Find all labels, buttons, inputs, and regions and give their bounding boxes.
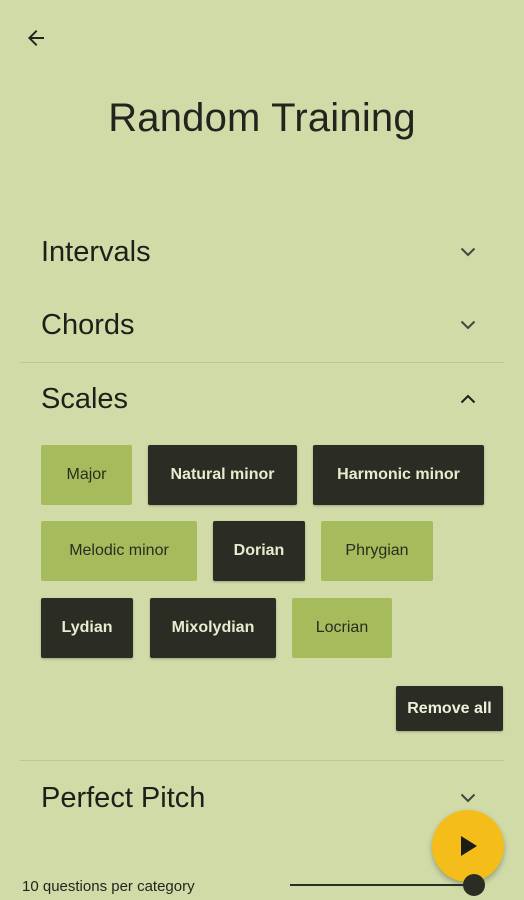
questions-per-category-label: 10 questions per category [22, 878, 195, 895]
section-chords-label: Chords [41, 308, 135, 341]
chip-major[interactable]: Major [41, 445, 132, 505]
page-title: Random Training [108, 96, 416, 140]
play-button[interactable] [432, 810, 504, 882]
chevron-down-icon [454, 311, 482, 339]
chip-lydian[interactable]: Lydian [41, 598, 133, 658]
arrow-left-icon [28, 30, 44, 46]
divider [20, 362, 504, 363]
chip-dorian[interactable]: Dorian [213, 521, 305, 581]
section-scales-header[interactable]: Scales [20, 369, 504, 429]
chip-mixolydian[interactable]: Mixolydian [150, 598, 276, 658]
section-perfect-pitch-label: Perfect Pitch [41, 781, 206, 814]
back-button[interactable] [20, 22, 52, 54]
section-perfect-pitch-header[interactable]: Perfect Pitch [20, 768, 504, 828]
section-scales-label: Scales [41, 382, 129, 415]
chevron-up-icon [454, 385, 482, 413]
chevron-down-icon [454, 784, 482, 812]
chip-phrygian[interactable]: Phrygian [321, 521, 433, 581]
section-chords-header[interactable]: Chords [20, 295, 504, 355]
chevron-down-icon [454, 238, 482, 266]
questions-slider-thumb[interactable] [463, 874, 485, 896]
play-icon [461, 836, 477, 856]
remove-all-button[interactable]: Remove all [396, 686, 503, 731]
chip-natural-minor[interactable]: Natural minor [148, 445, 297, 505]
chip-melodic-minor[interactable]: Melodic minor [41, 521, 197, 581]
chip-locrian[interactable]: Locrian [292, 598, 392, 658]
section-intervals-header[interactable]: Intervals [20, 222, 504, 282]
divider [20, 760, 504, 761]
section-intervals-label: Intervals [41, 235, 151, 268]
chip-harmonic-minor[interactable]: Harmonic minor [313, 445, 484, 505]
questions-slider-track[interactable] [290, 884, 474, 886]
